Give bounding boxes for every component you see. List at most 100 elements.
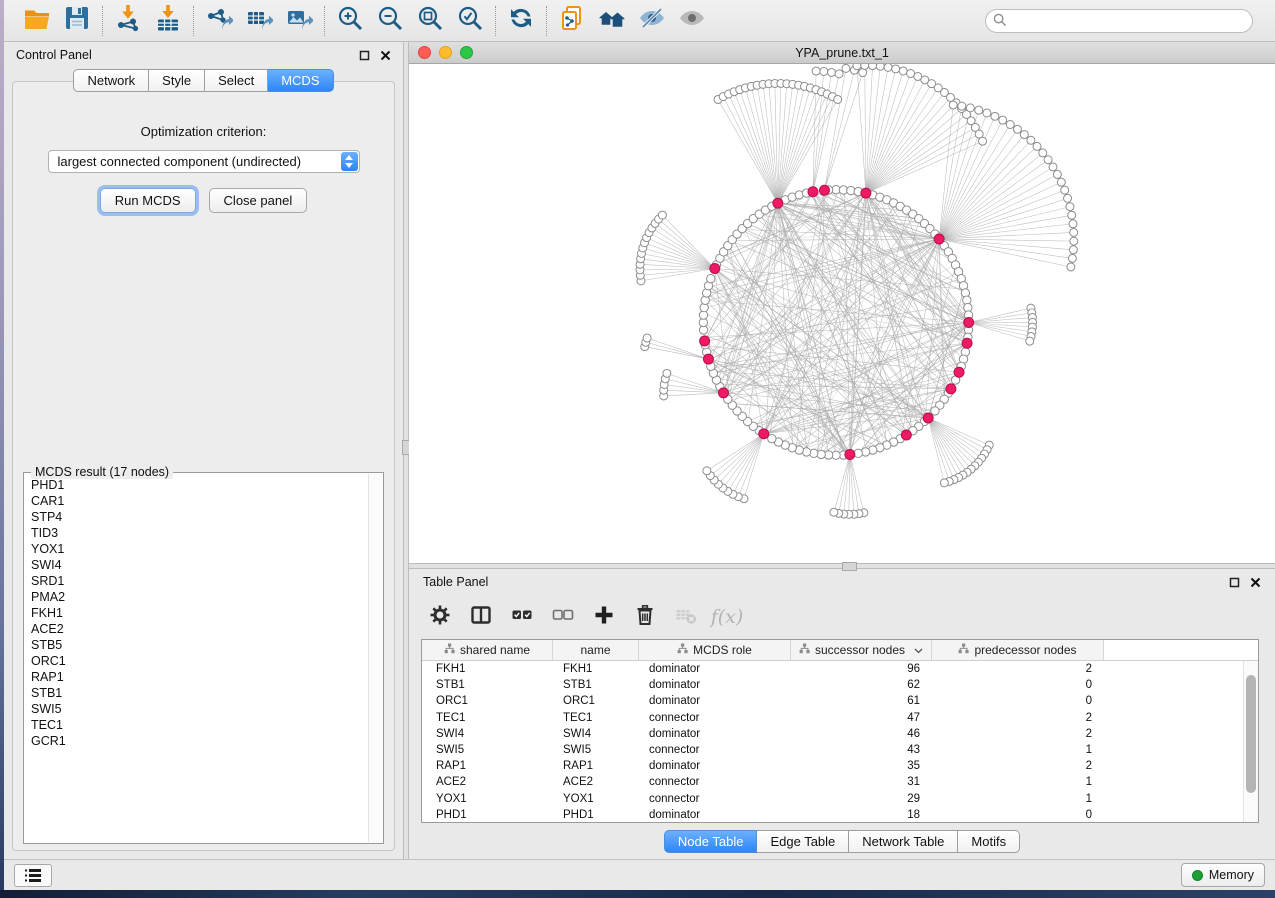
graph-leaf-node[interactable] — [853, 64, 861, 70]
select-all-button[interactable] — [509, 604, 535, 630]
table-scrollbar[interactable] — [1243, 661, 1258, 823]
graph-leaf-node[interactable] — [1067, 263, 1075, 271]
result-list-item[interactable]: PMA2 — [31, 589, 367, 605]
result-list-item[interactable]: ACE2 — [31, 621, 367, 637]
mcds-result-list[interactable]: PHD1CAR1STP4TID3YOX1SWI4SRD1PMA2FKH1ACE2… — [24, 473, 383, 843]
graph-leaf-node[interactable] — [1049, 163, 1057, 171]
column-header-shared-name[interactable]: shared name — [422, 640, 553, 660]
minimize-window-icon[interactable] — [439, 46, 452, 59]
graph-mcds-node[interactable] — [954, 367, 964, 377]
table-row[interactable]: ORC1ORC1dominator610 — [422, 693, 1258, 709]
result-list-item[interactable]: YOX1 — [31, 541, 367, 557]
graph-leaf-node[interactable] — [861, 64, 869, 69]
run-mcds-button[interactable]: Run MCDS — [100, 188, 196, 213]
graph-leaf-node[interactable] — [842, 64, 850, 72]
deselect-all-button[interactable] — [550, 604, 576, 630]
graph-leaf-node[interactable] — [1027, 136, 1035, 144]
graph-node[interactable] — [854, 449, 862, 457]
show-all-button[interactable] — [674, 5, 710, 37]
export-network-button[interactable] — [201, 5, 237, 37]
graph-node[interactable] — [707, 274, 715, 282]
hide-selected-button[interactable] — [634, 5, 670, 37]
result-list-item[interactable]: STB1 — [31, 685, 367, 701]
split-columns-button[interactable] — [468, 604, 494, 630]
network-canvas[interactable] — [409, 64, 1275, 563]
graph-mcds-node[interactable] — [759, 429, 769, 439]
result-list-item[interactable]: RAP1 — [31, 669, 367, 685]
column-header-successor-nodes[interactable]: successor nodes — [791, 640, 932, 660]
graph-mcds-node[interactable] — [773, 198, 783, 208]
graph-mcds-node[interactable] — [808, 187, 818, 197]
table-row[interactable]: PHD1PHD1dominator180 — [422, 807, 1258, 823]
table-row[interactable]: SWI5SWI5connector431 — [422, 742, 1258, 758]
graph-mcds-node[interactable] — [901, 430, 911, 440]
close-panel-icon[interactable] — [1249, 576, 1261, 588]
graph-leaf-node[interactable] — [884, 64, 892, 71]
result-list-scrollbar[interactable] — [368, 474, 382, 842]
graph-mcds-node[interactable] — [819, 185, 829, 195]
table-row[interactable]: SWI4SWI4dominator462 — [422, 726, 1258, 742]
graph-mcds-node[interactable] — [845, 449, 855, 459]
export-table-button[interactable] — [241, 5, 277, 37]
graph-leaf-node[interactable] — [663, 369, 671, 377]
memory-button[interactable]: Memory — [1181, 863, 1265, 887]
graph-leaf-node[interactable] — [1026, 337, 1034, 345]
column-header-name[interactable]: name — [553, 640, 639, 660]
tab-mcds[interactable]: MCDS — [268, 69, 333, 92]
search-input[interactable] — [985, 9, 1253, 33]
column-header-predecessor-nodes[interactable]: predecessor nodes — [932, 640, 1104, 660]
first-neighbors-button[interactable] — [594, 5, 630, 37]
graph-leaf-node[interactable] — [1033, 142, 1041, 150]
graph-leaf-node[interactable] — [876, 64, 884, 70]
close-panel-button[interactable]: Close panel — [209, 188, 308, 213]
graph-leaf-node[interactable] — [1070, 228, 1078, 236]
graph-leaf-node[interactable] — [892, 65, 900, 73]
result-list-item[interactable]: STB5 — [31, 637, 367, 653]
result-list-item[interactable]: FKH1 — [31, 605, 367, 621]
graph-leaf-node[interactable] — [828, 68, 836, 76]
result-list-item[interactable]: SRD1 — [31, 573, 367, 589]
graph-leaf-node[interactable] — [999, 116, 1007, 124]
tab-network[interactable]: Network — [73, 69, 149, 92]
close-window-icon[interactable] — [418, 46, 431, 59]
result-list-item[interactable]: ORC1 — [31, 653, 367, 669]
graph-leaf-node[interactable] — [991, 112, 999, 120]
graph-leaf-node[interactable] — [1057, 178, 1065, 186]
graph-mcds-node[interactable] — [700, 336, 710, 346]
tab-style[interactable]: Style — [149, 69, 205, 92]
scrollbar-thumb[interactable] — [1246, 675, 1256, 793]
import-table-button[interactable] — [150, 5, 186, 37]
save-session-button[interactable] — [59, 5, 95, 37]
table-row[interactable]: STB1STB1dominator620 — [422, 677, 1258, 693]
float-panel-icon[interactable] — [1228, 576, 1240, 588]
graph-leaf-node[interactable] — [975, 106, 983, 114]
delete-column-button[interactable] — [632, 604, 658, 630]
result-list-item[interactable]: SWI4 — [31, 557, 367, 573]
graph-leaf-node[interactable] — [835, 70, 843, 78]
graph-leaf-node[interactable] — [1020, 131, 1028, 139]
optimization-criterion-select[interactable]: largest connected component (undirected) — [48, 150, 360, 173]
graph-node[interactable] — [931, 407, 939, 415]
add-column-button[interactable] — [591, 604, 617, 630]
graph-leaf-node[interactable] — [966, 104, 974, 112]
close-panel-icon[interactable] — [379, 49, 391, 61]
table-row[interactable]: ACE2ACE2connector311 — [422, 774, 1258, 790]
graph-leaf-node[interactable] — [1069, 246, 1077, 254]
graph-leaf-node[interactable] — [983, 109, 991, 117]
result-list-item[interactable]: CAR1 — [31, 493, 367, 509]
tab-select[interactable]: Select — [205, 69, 268, 92]
graph-leaf-node[interactable] — [830, 508, 838, 516]
graph-leaf-node[interactable] — [1044, 156, 1052, 164]
graph-mcds-node[interactable] — [710, 264, 720, 274]
graph-leaf-node[interactable] — [1013, 125, 1021, 133]
zoom-selected-button[interactable] — [452, 5, 488, 37]
graph-leaf-node[interactable] — [1069, 220, 1077, 228]
graph-leaf-node[interactable] — [958, 102, 966, 110]
tab-network-table[interactable]: Network Table — [849, 830, 958, 853]
zoom-out-button[interactable] — [372, 5, 408, 37]
table-row[interactable]: TEC1TEC1connector472 — [422, 710, 1258, 726]
graph-leaf-node[interactable] — [812, 67, 820, 75]
graph-mcds-node[interactable] — [923, 413, 933, 423]
graph-leaf-node[interactable] — [1053, 170, 1061, 178]
graph-node[interactable] — [768, 434, 776, 442]
